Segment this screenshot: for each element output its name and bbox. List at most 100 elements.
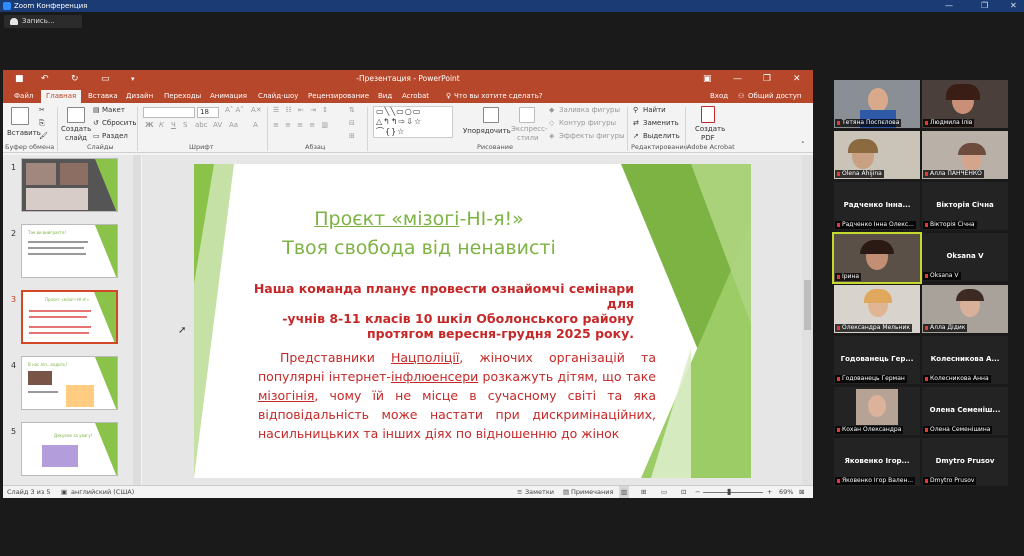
tab-design[interactable]: Дизайн	[121, 90, 158, 102]
section-button[interactable]: Раздел	[102, 132, 128, 140]
new-slide-button[interactable]: Создать	[61, 125, 91, 133]
participant-tile[interactable]: Тетяна Поспєлова	[834, 80, 920, 128]
current-slide[interactable]: Проєкт «мізогі-НІ-я!» Твоя свобода від н…	[194, 164, 751, 478]
slide-paragraph-1[interactable]: Наша команда планує провести ознайомчі с…	[234, 281, 634, 341]
participant-tile[interactable]: Olena Ahijina	[834, 131, 920, 179]
tab-insert[interactable]: Вставка	[83, 90, 123, 102]
list-icons[interactable]: ☰ ☷ ⇤ ⇥ ↕	[273, 106, 330, 114]
participant-tile[interactable]: Радченко Інна... Радченко Інна Олекс...	[834, 182, 920, 230]
participant-tile[interactable]: Колесникова А... Колесникова Анна	[922, 336, 1008, 384]
zoom-in-icon[interactable]: +	[767, 486, 772, 498]
collapse-ribbon-icon[interactable]: ˄	[801, 141, 805, 149]
notes-button[interactable]: Заметки	[525, 486, 554, 498]
thumbnail-slide-5[interactable]: Дякуємо за увагу!	[21, 422, 118, 476]
shape-fill-button[interactable]: Заливка фигуры	[559, 106, 620, 114]
ppt-restore-icon[interactable]: ❐	[763, 70, 771, 88]
arrange-icon[interactable]	[483, 107, 499, 123]
participant-tile[interactable]: Вікторія Січна Вікторія Січна	[922, 182, 1008, 230]
slide-paragraph-2[interactable]: Представники Нацполіції, жіночих організ…	[258, 348, 656, 443]
minimize-icon[interactable]: —	[945, 0, 953, 12]
find-button[interactable]: Найти	[643, 106, 666, 114]
case-icon[interactable]: Aa	[229, 121, 238, 129]
zoom-out-icon[interactable]: −	[695, 486, 700, 498]
tab-review[interactable]: Рецензирование	[303, 90, 374, 102]
tab-home[interactable]: Главная	[41, 90, 82, 103]
share-button[interactable]: Общий доступ	[743, 90, 807, 102]
replace-button[interactable]: Заменить	[643, 119, 679, 127]
participant-tile[interactable]: Алла ПАНЧЕНКО	[922, 131, 1008, 179]
zoom-level[interactable]: 69%	[779, 486, 793, 498]
participant-tile[interactable]: Кохан Олександра	[834, 387, 920, 435]
shape-effects-button[interactable]: Эффекты фигуры	[559, 132, 625, 140]
participant-tile[interactable]: Oksana V Oksana V	[922, 233, 1008, 281]
scrollbar-thumb[interactable]	[804, 280, 811, 330]
tab-animation[interactable]: Анимация	[205, 90, 252, 102]
new-slide-icon[interactable]	[67, 107, 85, 123]
slide-title[interactable]: Проєкт «мізогі-НІ-я!»	[194, 208, 644, 230]
tab-view[interactable]: Вид	[373, 90, 397, 102]
fit-slide-icon[interactable]: ⊠	[799, 486, 804, 498]
participant-tile[interactable]: Годованець Гер... Годованець Герман	[834, 336, 920, 384]
slide-scrollbar[interactable]	[802, 155, 813, 485]
ppt-minimize-icon[interactable]: —	[733, 70, 742, 88]
sign-in-link[interactable]: Вход	[705, 90, 733, 102]
sorter-view-icon[interactable]: ⊞	[641, 486, 646, 498]
comments-button[interactable]: Примечания	[571, 486, 613, 498]
tell-me-search[interactable]: Что вы хотите сделать?	[449, 90, 548, 102]
arrange-button[interactable]: Упорядочить	[463, 127, 511, 135]
record-button[interactable]: Запись...	[4, 15, 82, 28]
strikethrough-icon[interactable]: abc	[195, 121, 208, 129]
participant-tile[interactable]: Алла Дідик	[922, 285, 1008, 333]
tab-transitions[interactable]: Переходы	[159, 90, 206, 102]
shapes-gallery[interactable]: ▭╲╲▭○▭ △↰↰⇨⇩☆ ⌒{}☆	[373, 106, 453, 138]
smartart-icon[interactable]: ⊞	[349, 132, 355, 140]
select-button[interactable]: Выделить	[643, 132, 680, 140]
create-pdf-button[interactable]: Создать	[695, 125, 725, 133]
font-color-icon[interactable]: A	[253, 121, 258, 129]
grow-font-icon[interactable]: A˄ A˅	[225, 106, 244, 114]
close-icon[interactable]: ✕	[1010, 0, 1017, 12]
thumbnail-slide-1[interactable]	[21, 158, 118, 212]
tab-slideshow[interactable]: Слайд-шоу	[253, 90, 303, 102]
participant-tile[interactable]: Яковенко Ігор... Яковенко Ігор Вален...	[834, 438, 920, 486]
copy-icon[interactable]: ⎘	[39, 119, 45, 128]
participant-tile[interactable]: Олена Семеніш... Олена Семенішина	[922, 387, 1008, 435]
quick-styles-button[interactable]: Экспресс-	[511, 125, 548, 133]
ribbon-display-icon[interactable]: ▣	[703, 70, 712, 88]
thumbnail-slide-4[interactable]: В нас ліп...ходить!	[21, 356, 118, 410]
pdf-icon[interactable]	[701, 106, 715, 123]
tab-acrobat[interactable]: Acrobat	[397, 90, 434, 102]
zoom-slider-thumb[interactable]: ▮	[727, 486, 731, 498]
font-family-select[interactable]	[143, 107, 195, 118]
paste-icon[interactable]	[11, 107, 29, 125]
spacing-icon[interactable]: AV	[213, 121, 222, 129]
thumbnail-slide-2[interactable]: Так ви вийграєте!	[21, 224, 118, 278]
slide-subtitle[interactable]: Твоя свобода від ненависті	[194, 237, 644, 259]
tab-file[interactable]: Файл	[9, 90, 38, 102]
align-text-icon[interactable]: ⊟	[349, 119, 355, 127]
quick-styles-icon[interactable]	[519, 107, 535, 123]
underline-icon[interactable]: Ч	[171, 121, 176, 129]
bold-icon[interactable]: Ж	[145, 121, 154, 129]
cut-icon[interactable]: ✂	[39, 106, 45, 114]
thumbnail-slide-3[interactable]: Проєкт «мізогі-НІ-я!»	[21, 290, 118, 344]
align-icons[interactable]: ≡ ≡ ≡ ≡ ▥	[273, 121, 330, 129]
participant-tile[interactable]: Людмила Ілів	[922, 80, 1008, 128]
clear-format-icon[interactable]: A✕	[251, 106, 262, 114]
paste-button[interactable]: Вставить	[7, 129, 41, 137]
layout-button[interactable]: Макет	[102, 106, 125, 114]
italic-icon[interactable]: К	[159, 121, 164, 129]
reset-button[interactable]: Сбросить	[102, 119, 137, 127]
participant-tile[interactable]: Dmytro Prusov Dmytro Prusov	[922, 438, 1008, 486]
format-painter-icon[interactable]: 🖌	[39, 132, 48, 140]
text-direction-icon[interactable]: ⇅	[349, 106, 355, 114]
ppt-close-icon[interactable]: ✕	[793, 70, 801, 88]
zoom-slider[interactable]	[703, 492, 763, 493]
slideshow-view-icon[interactable]: ⊡	[681, 486, 686, 498]
participant-tile-active-speaker[interactable]: Ірина	[832, 232, 922, 284]
reading-view-icon[interactable]: ▭	[661, 486, 667, 498]
thumbnails-scrollbar[interactable]	[133, 155, 141, 485]
spellcheck-icon[interactable]: ▣	[61, 486, 67, 498]
language-label[interactable]: английский (США)	[71, 486, 134, 498]
maximize-icon[interactable]: ❐	[981, 0, 988, 12]
